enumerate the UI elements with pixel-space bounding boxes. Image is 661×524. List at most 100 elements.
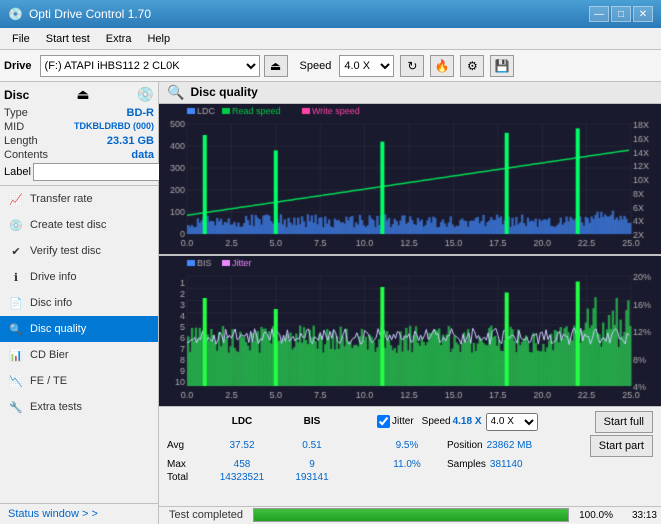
disc-type-value: BD-R [127,107,155,119]
app-icon: 💿 [8,7,23,21]
extra-tests-icon: 🔧 [8,399,24,415]
disc-type-row: Type BD-R [4,107,154,119]
drive-label: Drive [4,60,32,72]
jitter-label: Jitter [392,416,414,427]
create-test-disc-icon: 💿 [8,217,24,233]
status-completed-text: Test completed [163,507,249,523]
menu-file[interactable]: File [4,31,38,47]
menu-bar: File Start test Extra Help [0,28,661,50]
nav-drive-info-label: Drive info [30,271,76,283]
disc-title: Disc [4,88,29,102]
menu-help[interactable]: Help [139,31,178,47]
nav-disc-info-label: Disc info [30,297,72,309]
minimize-button[interactable]: — [589,6,609,22]
max-label: Max [167,459,207,470]
speed-target-select[interactable]: 4.0 X [486,413,538,431]
speed-value-stat: 4.18 X [453,416,482,427]
top-chart-container [159,104,661,254]
progress-percent: 100.0% [573,510,613,521]
drive-select[interactable]: (F:) ATAPI iHBS112 2 CL0K [40,55,260,77]
disc-info-nav-icon: 📄 [8,295,24,311]
nav-transfer-rate[interactable]: 📈 Transfer rate [0,186,158,212]
toolbar: Drive (F:) ATAPI iHBS112 2 CL0K ⏏ Speed … [0,50,661,82]
left-panel: Disc ⏏ 💿 Type BD-R MID TDKBLDRBD (000) L… [0,82,159,524]
max-bis: 9 [277,459,347,470]
nav-disc-quality[interactable]: 🔍 Disc quality [0,316,158,342]
title-bar-controls: — □ ✕ [589,6,653,22]
progress-row: Test completed 100.0% 33:13 [159,506,661,524]
disc-eject-icon[interactable]: ⏏ [76,86,89,103]
disc-label-text: Label [4,166,31,178]
nav-drive-info[interactable]: ℹ Drive info [0,264,158,290]
position-value: 23862 MB [487,440,533,451]
disc-type-label: Type [4,107,28,119]
status-window-link[interactable]: Status window > > [8,508,98,520]
nav-cd-bier[interactable]: 📊 CD Bier [0,342,158,368]
burn-button[interactable]: 🔥 [430,55,454,77]
nav-extra-tests[interactable]: 🔧 Extra tests [0,394,158,420]
disc-contents-value: data [131,149,154,161]
avg-ldc: 37.52 [207,440,277,451]
progress-time: 33:13 [617,510,657,521]
cd-bier-icon: 📊 [8,347,24,363]
disc-label-row: Label ✎ [4,163,154,181]
refresh-button[interactable]: ↻ [400,55,424,77]
start-full-button[interactable]: Start full [595,411,653,433]
max-ldc: 458 [207,459,277,470]
save-button[interactable]: 💾 [490,55,514,77]
nav-fe-te-label: FE / TE [30,375,67,387]
nav-verify-test-disc-label: Verify test disc [30,245,101,257]
nav-disc-info[interactable]: 📄 Disc info [0,290,158,316]
disc-label-input[interactable] [33,163,171,181]
disc-length-row: Length 23.31 GB [4,135,154,147]
eject-button[interactable]: ⏏ [264,55,288,77]
total-label: Total [167,472,207,483]
position-label: Position [447,440,483,451]
jitter-checkbox[interactable] [377,415,390,428]
start-part-button[interactable]: Start part [590,435,653,457]
stats-bar: LDC BIS Jitter Speed 4.18 X 4.0 X S [159,406,661,506]
disc-quality-header: 🔍 Disc quality [159,82,661,104]
nav-section: 📈 Transfer rate 💿 Create test disc ✔ Ver… [0,186,158,503]
max-jitter: 11.0% [377,459,437,470]
nav-extra-tests-label: Extra tests [30,401,82,413]
settings-button[interactable]: ⚙ [460,55,484,77]
nav-cd-bier-label: CD Bier [30,349,69,361]
samples-value: 381140 [490,459,523,470]
transfer-rate-icon: 📈 [8,191,24,207]
speed-label-stat: Speed [422,416,451,427]
nav-fe-te[interactable]: 📉 FE / TE [0,368,158,394]
disc-section: Disc ⏏ 💿 Type BD-R MID TDKBLDRBD (000) L… [0,82,158,186]
maximize-button[interactable]: □ [611,6,631,22]
nav-create-test-disc-label: Create test disc [30,219,106,231]
nav-transfer-rate-label: Transfer rate [30,193,93,205]
title-bar-title: 💿 Opti Drive Control 1.70 [8,7,151,21]
disc-quality-header-icon: 🔍 [167,84,184,101]
fe-te-icon: 📉 [8,373,24,389]
close-button[interactable]: ✕ [633,6,653,22]
menu-extra[interactable]: Extra [98,31,140,47]
disc-contents-label: Contents [4,149,48,161]
bottom-chart-container [159,256,661,406]
menu-start-test[interactable]: Start test [38,31,98,47]
nav-create-test-disc[interactable]: 💿 Create test disc [0,212,158,238]
disc-quality-title: Disc quality [190,85,257,99]
avg-jitter: 9.5% [377,440,437,451]
right-panel: 🔍 Disc quality LDC BIS Jitter [159,82,661,524]
avg-label: Avg [167,440,207,451]
progress-bar-inner [254,509,568,521]
status-section: Status window > > [0,503,158,524]
charts-area [159,104,661,406]
title-bar: 💿 Opti Drive Control 1.70 — □ ✕ [0,0,661,28]
disc-info-icon[interactable]: 💿 [137,86,154,103]
top-chart [159,104,661,254]
disc-mid-value: TDKBLDRBD (000) [74,121,154,133]
disc-header: Disc ⏏ 💿 [4,86,154,103]
nav-verify-test-disc[interactable]: ✔ Verify test disc [0,238,158,264]
total-bis: 193141 [277,472,347,483]
nav-disc-quality-label: Disc quality [30,323,86,335]
bottom-chart [159,256,661,406]
ldc-header: LDC [207,416,277,427]
main-layout: Disc ⏏ 💿 Type BD-R MID TDKBLDRBD (000) L… [0,82,661,524]
speed-select[interactable]: 4.0 X [339,55,394,77]
